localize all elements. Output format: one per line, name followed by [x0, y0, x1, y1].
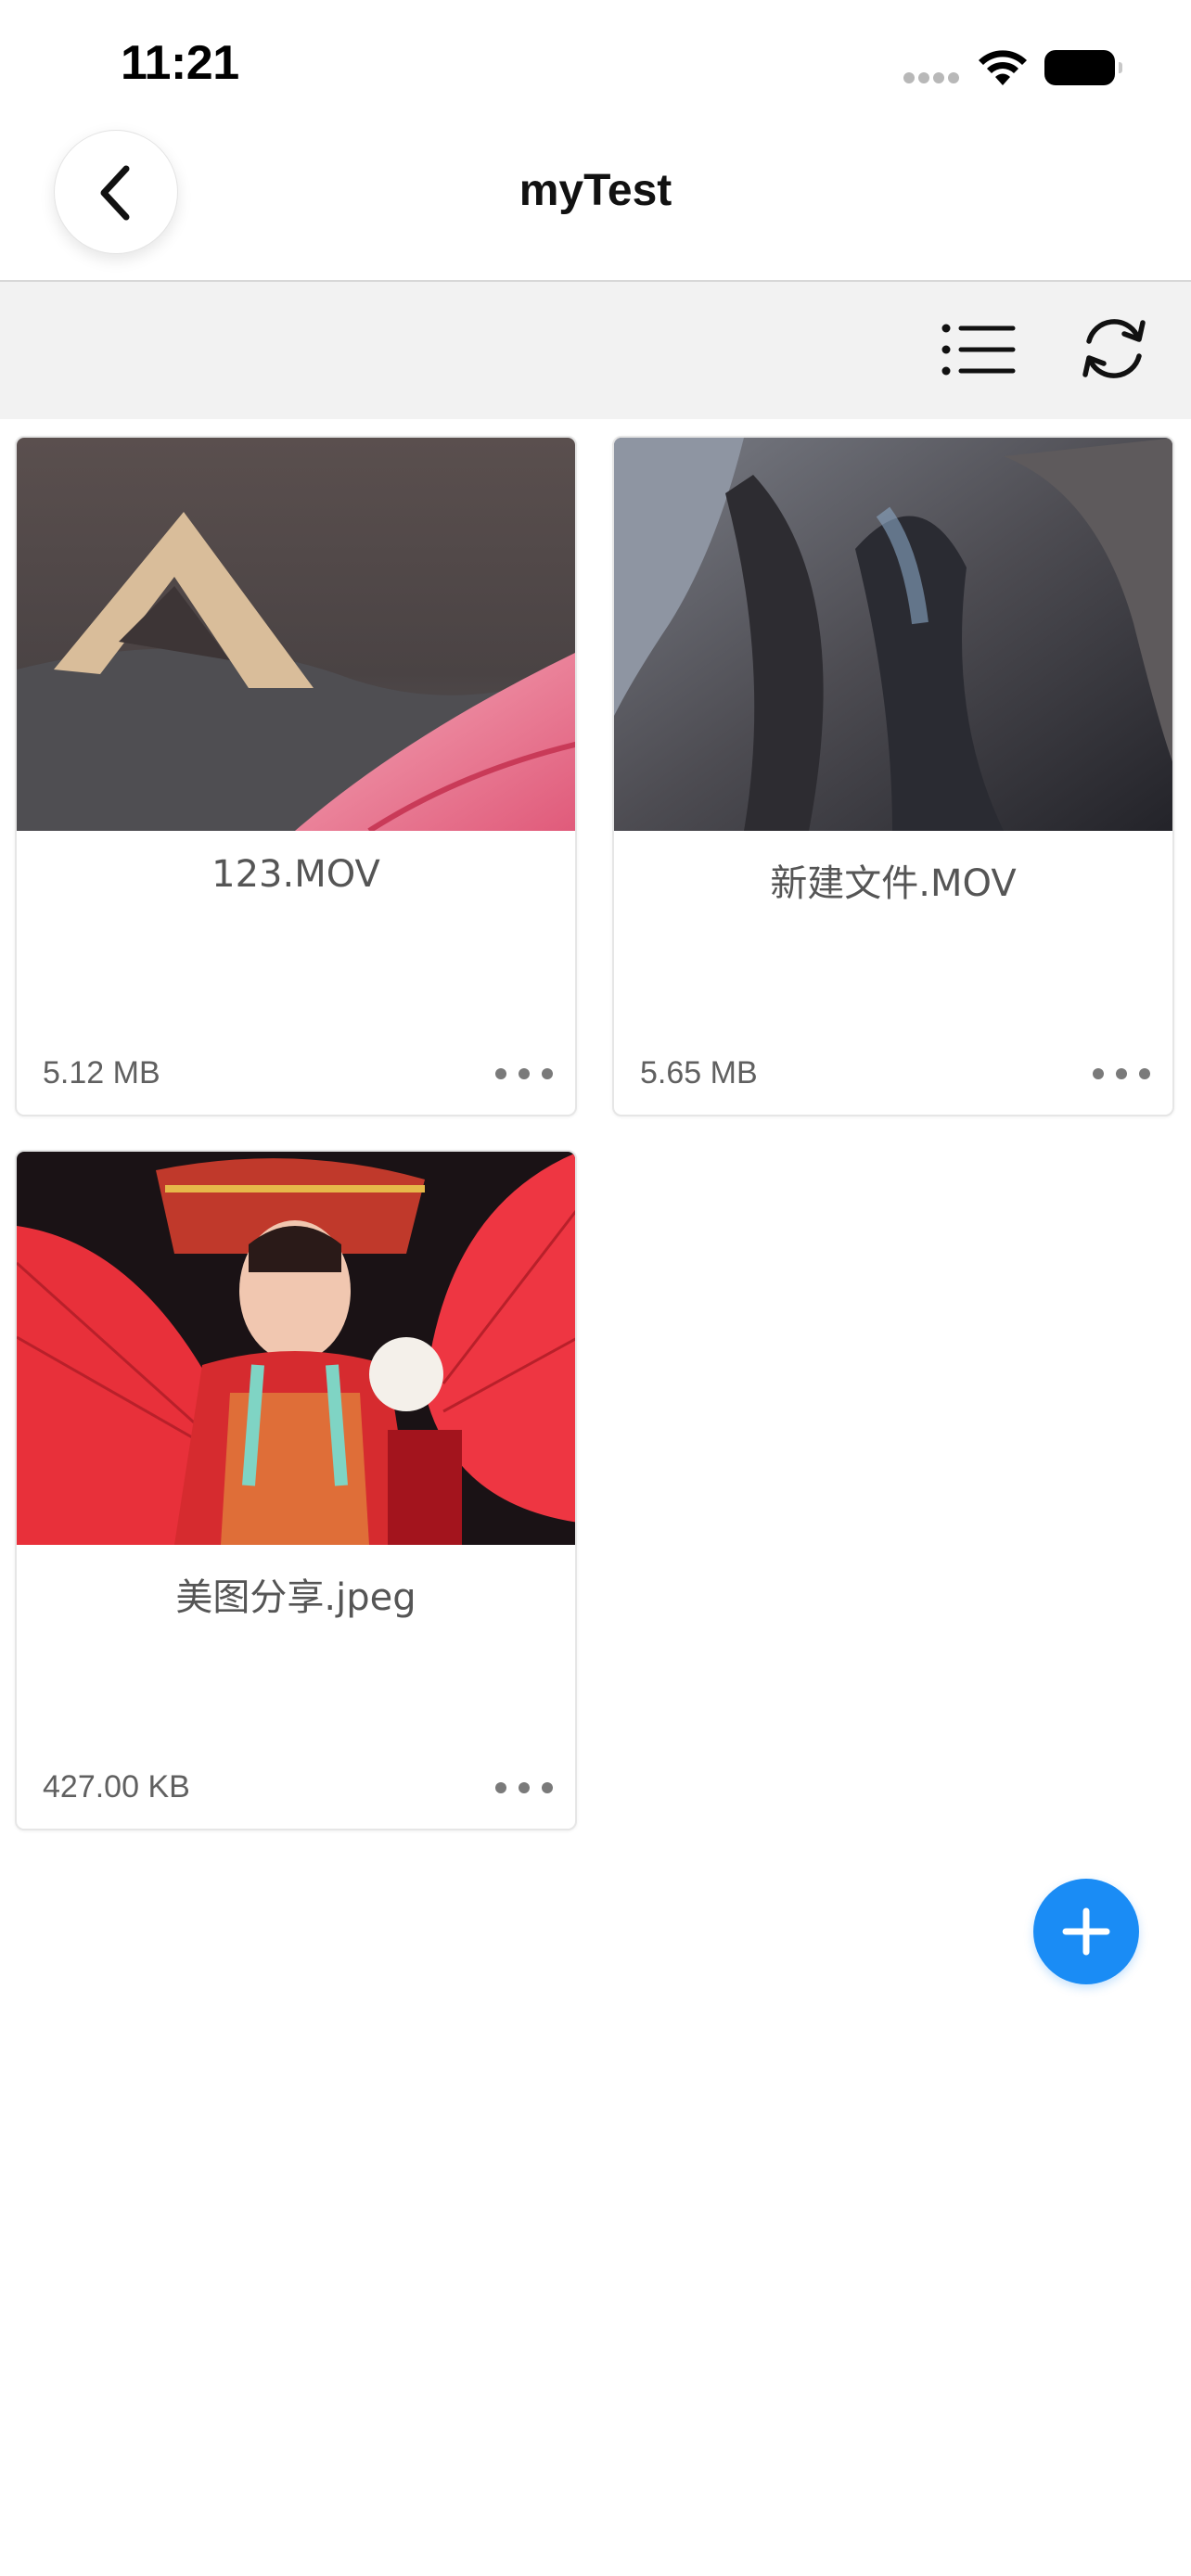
wifi-icon — [979, 50, 1027, 85]
file-thumbnail — [17, 438, 575, 831]
file-size: 5.12 MB — [43, 1055, 160, 1090]
plus-icon — [1062, 1907, 1110, 1956]
add-button[interactable] — [1033, 1879, 1139, 1984]
navigation-bar: myTest — [0, 122, 1191, 282]
more-options-button[interactable] — [492, 1050, 557, 1096]
file-card[interactable]: 新建文件.MOV 5.65 MB — [612, 436, 1174, 1116]
file-thumbnail — [17, 1152, 575, 1545]
page-title: myTest — [519, 166, 672, 215]
file-size: 5.65 MB — [640, 1055, 758, 1090]
status-time: 11:21 — [121, 36, 239, 90]
refresh-icon — [1082, 319, 1146, 378]
file-name: 新建文件.MOV — [770, 862, 1017, 905]
list-view-button[interactable] — [939, 317, 1018, 382]
toolbar — [0, 282, 1191, 419]
list-icon — [941, 324, 1016, 376]
battery-icon — [1044, 50, 1122, 85]
cellular-signal-icon — [903, 72, 959, 85]
file-card[interactable]: 美图分享.jpeg 427.00 KB — [15, 1150, 577, 1830]
file-name: 美图分享.jpeg — [175, 1576, 416, 1619]
more-options-button[interactable] — [1089, 1050, 1154, 1096]
file-thumbnail — [614, 438, 1172, 831]
refresh-button[interactable] — [1076, 310, 1152, 388]
file-card[interactable]: 123.MOV 5.12 MB — [15, 436, 577, 1116]
file-name: 123.MOV — [211, 853, 380, 896]
more-options-button[interactable] — [492, 1764, 557, 1810]
file-size: 427.00 KB — [43, 1769, 190, 1804]
status-bar: 11:21 — [0, 0, 1191, 122]
